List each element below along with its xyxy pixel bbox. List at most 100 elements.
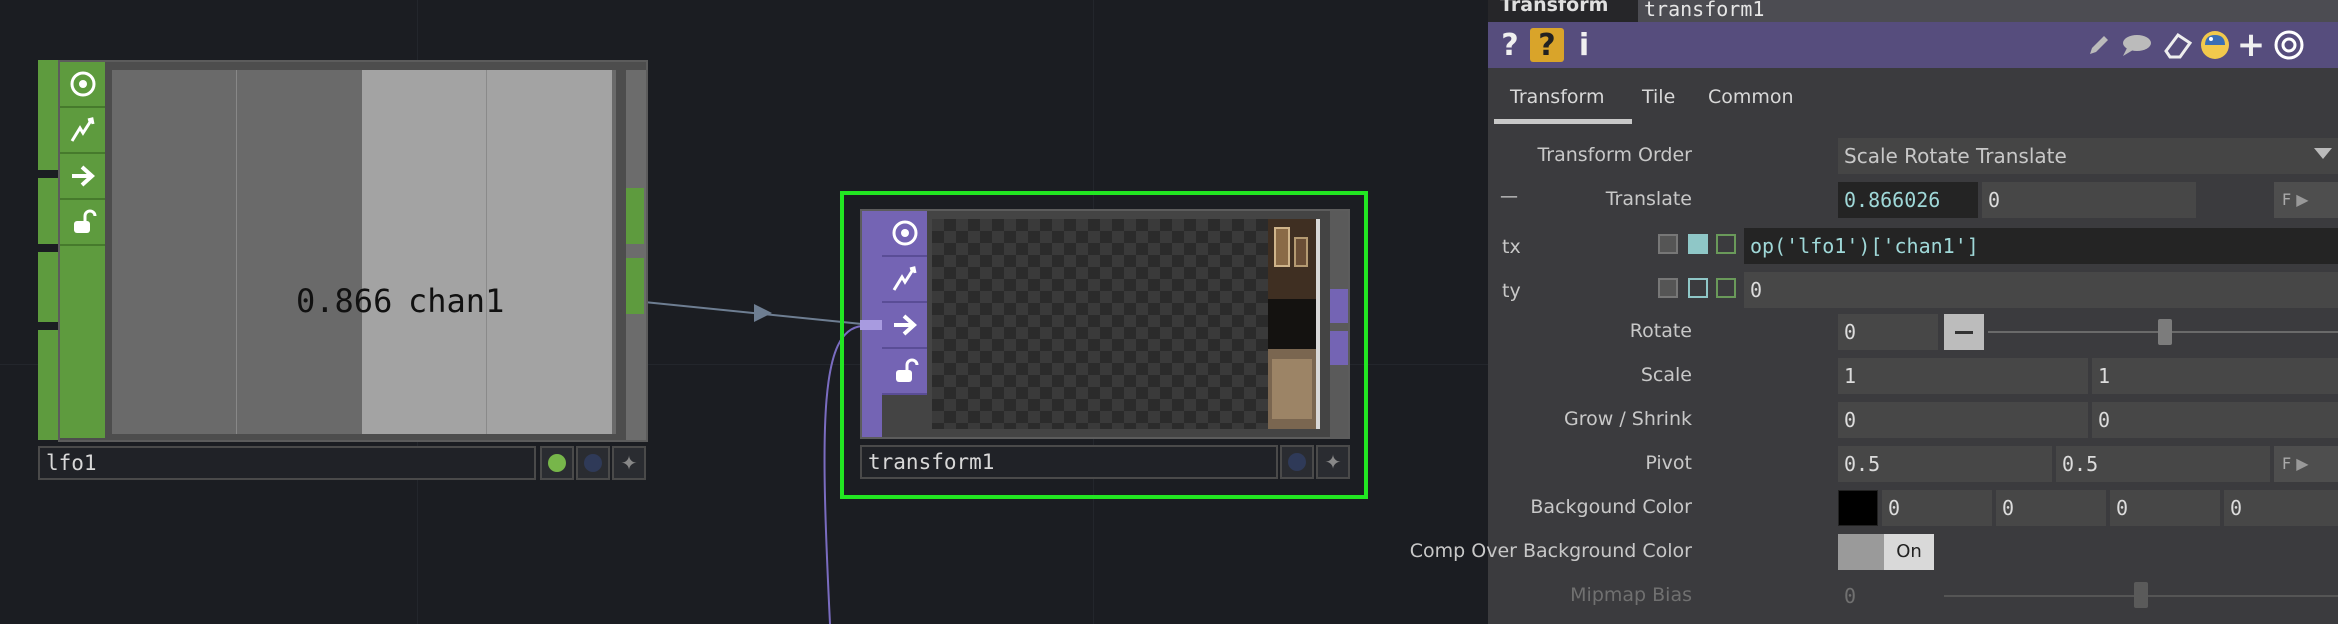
- bg-color-a-field[interactable]: 0: [2224, 490, 2338, 526]
- input-connector[interactable]: [38, 178, 58, 244]
- bypass-icon[interactable]: [60, 108, 105, 154]
- viewer-icon[interactable]: [60, 62, 105, 108]
- op-type-label: Transform: [1500, 0, 1609, 16]
- flag-column-fill: [60, 246, 105, 438]
- pivot-unit-button[interactable]: F ▶: [2274, 446, 2338, 482]
- python-help-icon[interactable]: ?: [1530, 28, 1564, 63]
- display-icon[interactable]: [882, 303, 927, 349]
- lfo-viewer[interactable]: 0.866 chan1: [112, 70, 616, 434]
- translate-y-field[interactable]: 0: [1982, 182, 2196, 218]
- unit-label: F: [2282, 454, 2292, 473]
- export-mode-icon[interactable]: [1716, 234, 1736, 254]
- comment-icon[interactable]: [2120, 28, 2154, 62]
- display-button[interactable]: [1280, 445, 1314, 479]
- toggle-label: On: [1884, 534, 1934, 570]
- scale-label: Scale: [1640, 364, 1692, 386]
- channel-value: 0.866: [296, 282, 393, 320]
- viewer-divider: [236, 70, 237, 434]
- tab-common[interactable]: Common: [1708, 86, 1794, 108]
- tab-transform[interactable]: Transform: [1510, 86, 1605, 108]
- mipmap-bias-label: Mipmap Bias: [1570, 584, 1692, 606]
- expression-mode-icon[interactable]: [1688, 234, 1708, 254]
- waveform-high: [362, 70, 614, 434]
- lock-icon[interactable]: [60, 200, 105, 246]
- scale-y-field[interactable]: 1: [2092, 358, 2338, 394]
- grow-shrink-x-field[interactable]: 0: [1838, 402, 2088, 438]
- edit-icon[interactable]: [2084, 28, 2114, 62]
- triangle-right-icon: ▶: [2296, 190, 2309, 209]
- target-icon[interactable]: [2272, 28, 2306, 62]
- viewer-divider: [486, 70, 487, 434]
- translate-x-field[interactable]: 0.866026: [1838, 182, 1978, 218]
- ty-field[interactable]: 0: [1744, 272, 2338, 308]
- input-connector[interactable]: [38, 60, 58, 170]
- node-name-label[interactable]: transform1: [860, 445, 1278, 479]
- help-icon[interactable]: ?: [1498, 28, 1522, 63]
- transform-order-menu[interactable]: Scale Rotate Translate: [1838, 138, 2338, 174]
- clone-icon[interactable]: ✦: [1316, 445, 1350, 479]
- node-name-label[interactable]: lfo1: [38, 446, 536, 480]
- collapse-icon[interactable]: —: [1500, 186, 1518, 207]
- op-name-field[interactable]: transform1: [1638, 0, 2338, 22]
- lfo-flag-column: [60, 62, 105, 438]
- param-toolbar: ? ? i +: [1488, 22, 2338, 68]
- tx-label: tx: [1502, 236, 1521, 258]
- bypass-icon[interactable]: [882, 257, 927, 303]
- output-connector[interactable]: [1330, 289, 1348, 323]
- tab-tile[interactable]: Tile: [1642, 86, 1675, 108]
- output-connector[interactable]: [1330, 331, 1348, 365]
- constant-mode-icon[interactable]: [1658, 234, 1678, 254]
- output-connector[interactable]: [626, 258, 644, 314]
- eraser-icon[interactable]: [2160, 28, 2194, 62]
- viewer-active-button[interactable]: [540, 446, 574, 480]
- python-icon[interactable]: [2198, 28, 2232, 62]
- toggle-thumb: [1838, 534, 1884, 570]
- chevron-down-icon[interactable]: [2314, 148, 2332, 159]
- info-icon[interactable]: i: [1574, 28, 1594, 63]
- transform-flag-column: [882, 211, 927, 395]
- pivot-y-field[interactable]: 0.5: [2056, 446, 2270, 482]
- color-swatch[interactable]: [1838, 490, 1878, 526]
- constant-mode-icon[interactable]: [1658, 278, 1678, 298]
- output-connector[interactable]: [626, 188, 644, 244]
- viewer-icon[interactable]: [882, 211, 927, 257]
- transform-node[interactable]: transform1 ✦: [840, 191, 1368, 499]
- transform-viewer[interactable]: [932, 219, 1320, 429]
- bg-color-g-field[interactable]: 0: [1996, 490, 2106, 526]
- rotate-field[interactable]: 0: [1838, 314, 1938, 350]
- input-connector[interactable]: [38, 330, 58, 440]
- grow-shrink-label: Grow / Shrink: [1564, 408, 1692, 430]
- image-preview: [1268, 219, 1320, 429]
- expression-mode-icon[interactable]: [1688, 278, 1708, 298]
- bg-color-r-field[interactable]: 0: [1882, 490, 1992, 526]
- scale-x-field[interactable]: 1: [1838, 358, 2088, 394]
- input-connected-marker: [860, 320, 882, 330]
- translate-label: Translate: [1605, 188, 1692, 210]
- channel-name: chan1: [408, 282, 505, 320]
- output-strip: [1330, 211, 1348, 437]
- comp-over-toggle[interactable]: On: [1838, 534, 1934, 570]
- slider-reset-button[interactable]: [1944, 314, 1984, 350]
- add-icon[interactable]: +: [2236, 25, 2266, 65]
- translate-unit-button[interactable]: F ▶: [2274, 182, 2338, 218]
- pivot-x-field[interactable]: 0.5: [1838, 446, 2052, 482]
- bg-color-b-field[interactable]: 0: [2110, 490, 2220, 526]
- rotate-label: Rotate: [1629, 320, 1692, 342]
- display-icon[interactable]: [60, 154, 105, 200]
- grow-shrink-y-field[interactable]: 0: [2092, 402, 2338, 438]
- pivot-label: Pivot: [1645, 452, 1692, 474]
- viewer-edge: [612, 70, 616, 434]
- input-connector[interactable]: [38, 252, 58, 322]
- param-tabs: Transform Tile Common: [1488, 68, 2338, 124]
- display-button[interactable]: [576, 446, 610, 480]
- ty-label: ty: [1502, 280, 1521, 302]
- clone-icon[interactable]: ✦: [612, 446, 646, 480]
- tx-expression-field[interactable]: op('lfo1')['chan1']: [1744, 228, 2338, 264]
- network-editor[interactable]: 0.866 chan1 lfo1 ✦ transform1 ✦: [0, 0, 1488, 624]
- lock-icon[interactable]: [882, 349, 927, 395]
- triangle-right-icon: ▶: [2296, 454, 2309, 473]
- lfo-node[interactable]: 0.866 chan1 lfo1 ✦: [36, 60, 648, 482]
- wire-lfo-to-transform[interactable]: [643, 301, 863, 325]
- rotate-slider-handle[interactable]: [2158, 319, 2172, 345]
- export-mode-icon[interactable]: [1716, 278, 1736, 298]
